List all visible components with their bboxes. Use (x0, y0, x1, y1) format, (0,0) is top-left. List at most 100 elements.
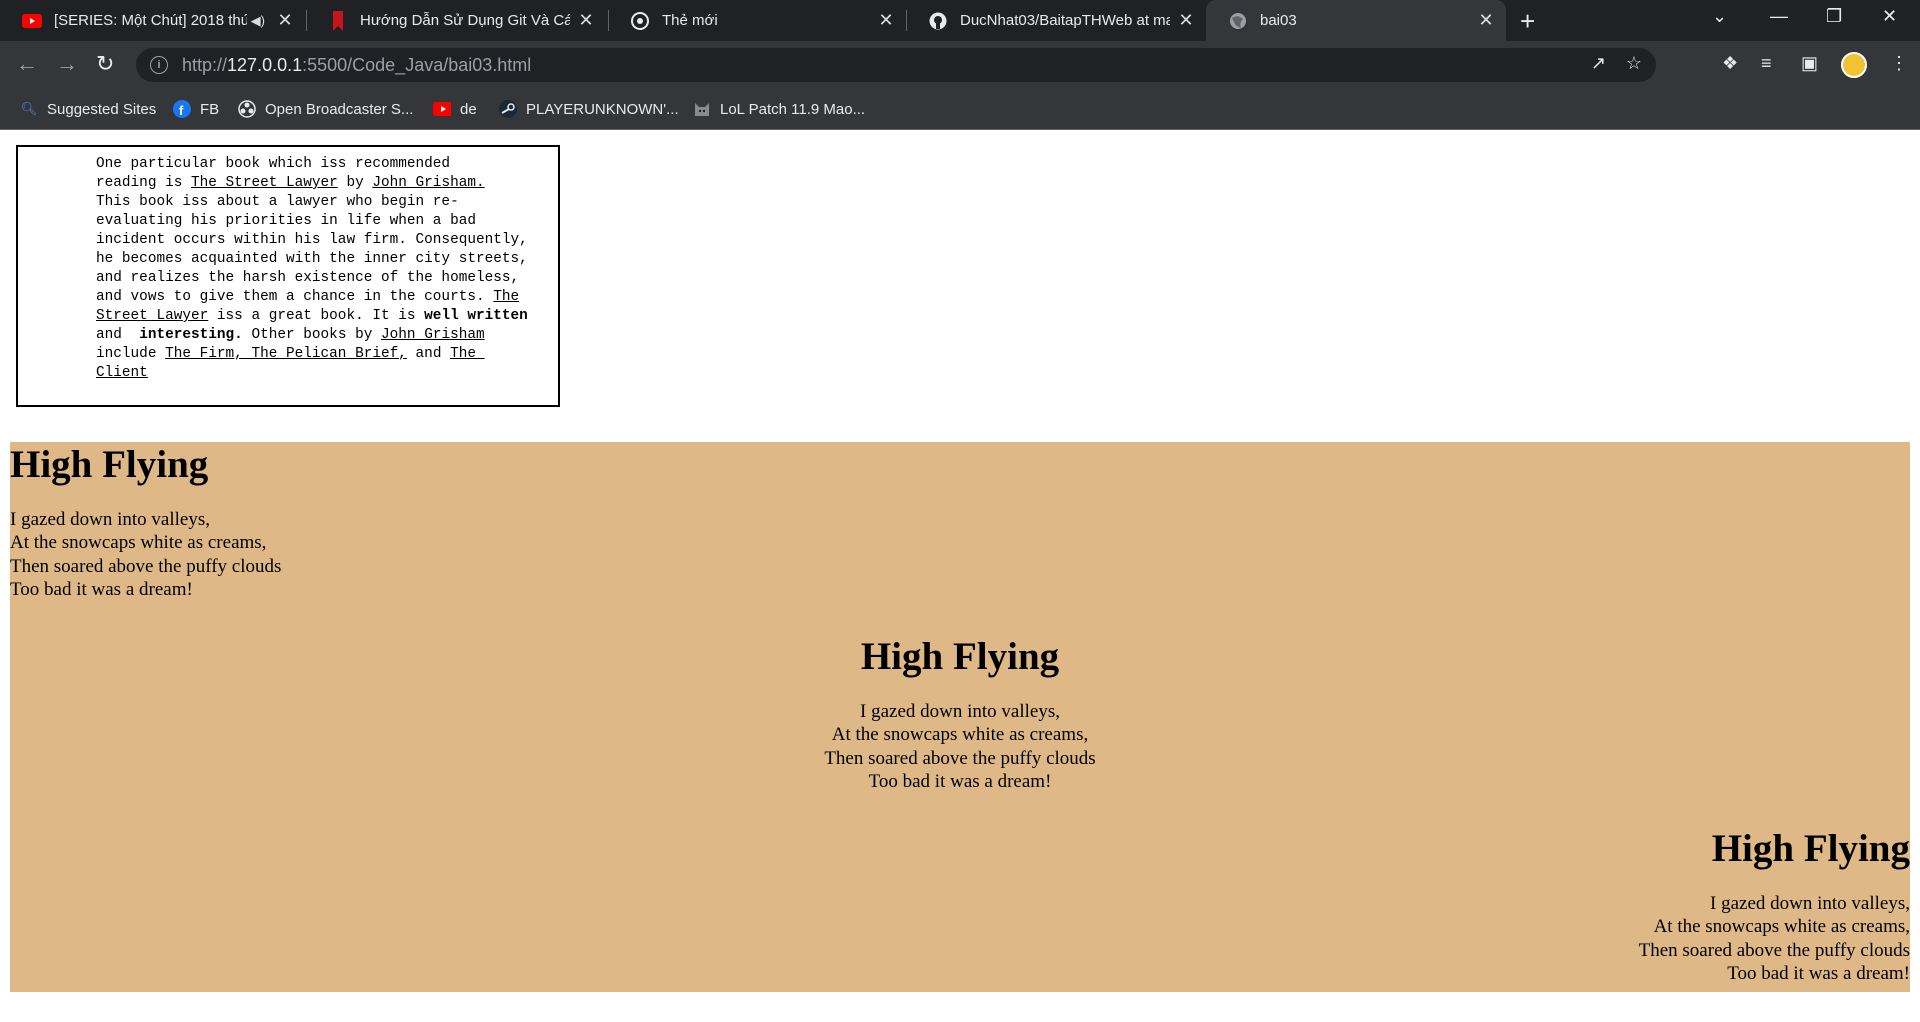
tab-title: [SERIES: Một Chút] 2018 thứ (54, 12, 247, 29)
poem-line: I gazed down into valleys, (1710, 893, 1910, 914)
close-icon[interactable]: ✕ (275, 10, 295, 31)
media-control-icon[interactable]: ≡ (1761, 53, 1772, 74)
poem-line: Too bad it was a dream! (868, 770, 1052, 792)
book-line: and (96, 327, 140, 343)
tab-github[interactable]: DucNhat03/BaitapTHWeb at mas ✕ (906, 0, 1206, 41)
poem-line: At the snowcaps white as creams, (1653, 916, 1910, 938)
book-line: and realizes the harsh existence of the … (96, 270, 520, 286)
profile-avatar[interactable] (1841, 52, 1867, 78)
svg-text:f: f (179, 103, 184, 118)
book-line: reading is (96, 175, 191, 191)
tab-git-guide[interactable]: Hướng Dẫn Sử Dụng Git Và Cách ✕ (306, 0, 606, 41)
side-panel-icon[interactable]: ▣ (1801, 53, 1818, 74)
page-viewport: One particular book which iss recommende… (0, 130, 1920, 1022)
bookmark-de[interactable]: de (433, 89, 477, 129)
url-scheme: http:// (182, 54, 228, 75)
speaker-icon[interactable]: ◀) (251, 13, 265, 29)
bookmark-label: LoL Patch 11.9 Mao... (720, 100, 866, 118)
poem-heading: High Flying (10, 443, 209, 486)
close-icon[interactable]: ✕ (876, 10, 896, 31)
book-line: he becomes acquainted with the inner cit… (96, 251, 528, 267)
tab-bai03[interactable]: bai03 ✕ (1206, 0, 1506, 41)
bookmark-pubg[interactable]: PLAYERUNKNOWN'... (499, 89, 679, 129)
poem-line: I gazed down into valleys, (860, 701, 1060, 722)
book-recommendation-box: One particular book which iss recommende… (16, 145, 560, 407)
poem-line: Then soared above the puffy clouds (10, 555, 282, 577)
tab-title: Thẻ mới (662, 12, 718, 29)
book-line: by (337, 175, 373, 191)
poem-heading: High Flying (860, 635, 1060, 678)
new-tab-button[interactable]: + (1520, 6, 1535, 37)
obs-icon (238, 100, 256, 118)
book-line: include (96, 346, 166, 362)
tab-new-tab[interactable]: Thẻ mới ✕ (608, 0, 906, 41)
link-firm-pelican[interactable]: The Firm, The Pelican Brief, (165, 346, 407, 362)
tab-strip: [SERIES: Một Chút] 2018 thứ ◀) ✕ Hướng D… (0, 0, 1920, 41)
link-street-lawyer-2[interactable]: The (493, 289, 519, 305)
poem-right-aligned: High Flying I gazed down into valleys, A… (10, 826, 1910, 985)
bookmarks-bar: 🔍︎ Suggested Sites f FB Open Broadcaster… (0, 89, 1920, 130)
tab-title: DucNhat03/BaitapTHWeb at mas (960, 12, 1170, 29)
tab-title: bai03 (1260, 12, 1297, 29)
close-icon[interactable]: ✕ (1176, 10, 1196, 31)
poem-section: High Flying I gazed down into valleys, A… (10, 442, 1910, 992)
facebook-icon: f (173, 100, 191, 118)
link-john-grisham[interactable]: John Grisham. (372, 175, 484, 191)
address-bar[interactable]: i http://127.0.0.1:5500/Code_Java/bai03.… (136, 48, 1656, 82)
book-line: and (406, 346, 451, 362)
globe-icon (1228, 11, 1248, 31)
bookmark-label: PLAYERUNKNOWN'... (526, 100, 679, 118)
close-icon[interactable]: ✕ (576, 10, 596, 31)
poem-line: Then soared above the puffy clouds (824, 747, 1096, 769)
cat-icon (693, 100, 711, 118)
book-line: iss a great book. It is (208, 308, 425, 324)
url-rest: :5500/Code_Java/bai03.html (302, 54, 532, 75)
emphasis-interesting: interesting. (139, 327, 243, 343)
emphasis-well-written: well written (424, 308, 528, 324)
poem-line: At the snowcaps white as creams, (10, 532, 267, 554)
chrome-icon (630, 11, 650, 31)
url-host: 127.0.0.1 (227, 54, 303, 75)
book-line: incident occurs within his law firm. Con… (96, 232, 528, 248)
book-line: Other books by (242, 327, 382, 343)
bookmark-label: Open Broadcaster S... (265, 100, 414, 118)
browser-toolbar: ← → ↻ i http://127.0.0.1:5500/Code_Java/… (0, 41, 1920, 89)
tab-youtube-series[interactable]: [SERIES: Một Chút] 2018 thứ ◀) ✕ (0, 0, 305, 41)
bookmark-suggested-sites[interactable]: 🔍︎ Suggested Sites (20, 89, 157, 129)
bookmark-obs[interactable]: Open Broadcaster S... (238, 89, 413, 129)
bookmark-lol-patch[interactable]: LoL Patch 11.9 Mao... (693, 89, 865, 129)
bookmark-fb[interactable]: f FB (173, 89, 219, 129)
restore-button[interactable]: ❐ (1826, 6, 1842, 27)
book-text: One particular book which iss recommende… (96, 155, 528, 383)
poem-line: Then soared above the puffy clouds (1638, 939, 1910, 961)
back-button[interactable]: ← (16, 51, 38, 77)
menu-kebab-icon[interactable]: ⋮ (1890, 53, 1908, 74)
link-the-client[interactable]: The (450, 346, 485, 362)
poem-left-aligned: High Flying I gazed down into valleys, A… (10, 442, 1910, 601)
link-street-lawyer[interactable]: The Street Lawyer (191, 175, 338, 191)
poem-center-aligned: High Flying I gazed down into valleys, A… (10, 634, 1910, 793)
bookmark-star-icon[interactable]: ☆ (1626, 53, 1642, 74)
minimize-button[interactable]: — (1770, 6, 1788, 27)
poem-line: I gazed down into valleys, (10, 509, 210, 530)
bookmark-label: Suggested Sites (47, 100, 157, 118)
poem-line: Too bad it was a dream! (1727, 962, 1910, 984)
share-icon[interactable]: ↗ (1591, 53, 1606, 74)
reload-button[interactable]: ↻ (96, 51, 114, 77)
forward-button[interactable]: → (56, 51, 78, 77)
tab-search-chevron-icon[interactable]: ⌄ (1712, 6, 1727, 27)
tab-title: Hướng Dẫn Sử Dụng Git Và Cách (360, 12, 570, 29)
book-line: and vows to give them a chance in the co… (96, 289, 494, 305)
bookmark-label: FB (200, 100, 220, 118)
link-the-client[interactable]: Client (96, 365, 148, 381)
steam-icon (499, 100, 517, 118)
link-john-grisham-2[interactable]: John Grisham (381, 327, 485, 343)
extensions-icon[interactable]: ❖ (1722, 53, 1738, 74)
book-line: One particular book which iss recommende… (96, 156, 451, 172)
youtube-icon (22, 11, 42, 31)
site-info-icon[interactable]: i (150, 56, 168, 74)
link-street-lawyer-2[interactable]: Street Lawyer (96, 308, 208, 324)
window-close-button[interactable]: ✕ (1882, 6, 1897, 27)
book-line: evaluating his priorities in life when a… (96, 213, 476, 229)
close-icon[interactable]: ✕ (1476, 10, 1496, 31)
